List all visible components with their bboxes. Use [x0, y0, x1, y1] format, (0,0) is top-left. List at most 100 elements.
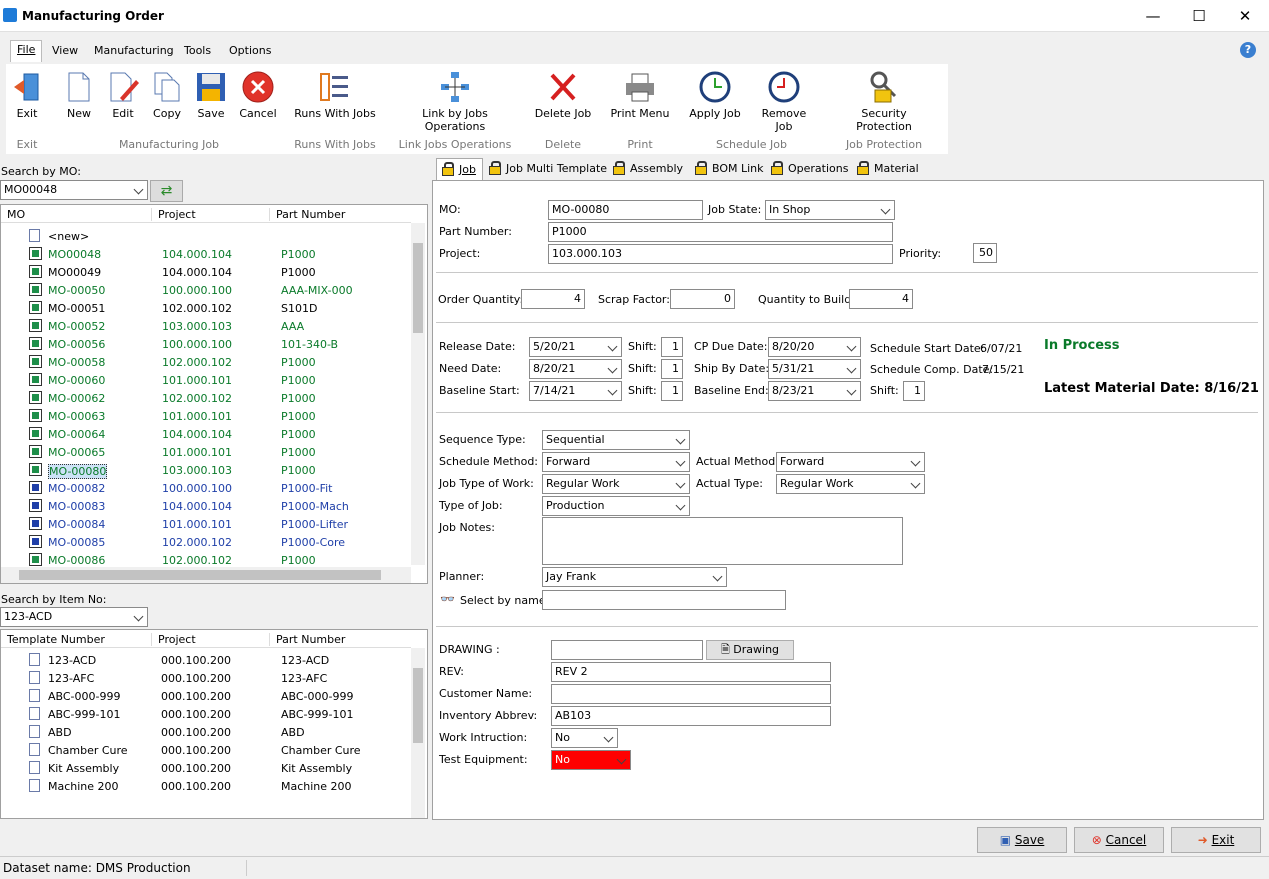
mo-grid-hscroll-thumb[interactable] [19, 570, 381, 580]
shift-field-4[interactable]: 1 [903, 381, 925, 401]
table-row[interactable]: MO-00064 104.000.104 P1000 [1, 425, 411, 443]
tab-operations[interactable]: Operations [766, 158, 854, 180]
tab-bom-link[interactable]: BOM Link [690, 158, 770, 180]
scrap-factor-field[interactable]: 0 [670, 289, 735, 309]
customer-name-field[interactable] [551, 684, 831, 704]
project-field[interactable]: 103.000.103 [548, 244, 893, 264]
shift-field-1[interactable]: 1 [661, 337, 683, 357]
release-date-picker[interactable]: 5/20/21 [529, 337, 622, 357]
schedule-method-select[interactable]: Forward [542, 452, 690, 472]
copy-button[interactable]: Copy [148, 70, 186, 120]
drawing-button[interactable]: 🗎 Drawing [706, 640, 794, 660]
sequence-type-select[interactable]: Sequential [542, 430, 690, 450]
table-row[interactable]: Machine 200 000.100.200 Machine 200 [1, 777, 411, 795]
rev-field[interactable]: REV 2 [551, 662, 831, 682]
maximize-button[interactable]: ☐ [1176, 4, 1222, 28]
table-row[interactable]: MO-00065 101.000.101 P1000 [1, 443, 411, 461]
job-state-select[interactable]: In Shop [765, 200, 895, 220]
shift-field-3[interactable]: 1 [661, 381, 683, 401]
table-row[interactable]: ABC-999-101 000.100.200 ABC-999-101 [1, 705, 411, 723]
new-button[interactable]: New [60, 70, 98, 120]
table-row[interactable]: MO-00063 101.000.101 P1000 [1, 407, 411, 425]
menu-options[interactable]: Options [229, 44, 271, 57]
test-equipment-select[interactable]: No [551, 750, 631, 770]
exit-tool-button[interactable]: Exit [8, 70, 46, 120]
table-row[interactable]: MO00049 104.000.104 P1000 [1, 263, 411, 281]
work-instruction-select[interactable]: No [551, 728, 618, 748]
edit-button[interactable]: Edit [104, 70, 142, 120]
table-row[interactable]: MO-00051 102.000.102 S101D [1, 299, 411, 317]
template-grid-vscroll[interactable] [411, 648, 425, 818]
table-row[interactable]: MO-00058 102.000.102 P1000 [1, 353, 411, 371]
table-row[interactable]: 123-ACD 000.100.200 123-ACD [1, 651, 411, 669]
drawing-field[interactable] [551, 640, 703, 660]
part-number-field[interactable]: P1000 [548, 222, 893, 242]
baseline-end-picker[interactable]: 8/23/21 [768, 381, 861, 401]
table-row[interactable]: ABD 000.100.200 ABD [1, 723, 411, 741]
refresh-icon[interactable]: ⇄ [150, 180, 183, 202]
table-row[interactable]: MO-00080 103.000.103 P1000 [1, 461, 411, 479]
security-protection-button[interactable]: Security Protection [834, 70, 934, 133]
save-button[interactable]: ▣ Save [977, 827, 1067, 853]
table-row[interactable]: MO-00086 102.000.102 P1000 [1, 551, 411, 569]
save-tool-button[interactable]: Save [192, 70, 230, 120]
link-jobs-operations-button[interactable]: Link by Jobs Operations [394, 70, 516, 133]
ship-by-date-picker[interactable]: 5/31/21 [768, 359, 861, 379]
mo-field[interactable]: MO-00080 [548, 200, 703, 220]
table-row[interactable]: MO-00062 102.000.102 P1000 [1, 389, 411, 407]
tab-job[interactable]: Job [436, 158, 483, 180]
baseline-start-picker[interactable]: 7/14/21 [529, 381, 622, 401]
item-search-select[interactable]: 123-ACD [0, 607, 148, 627]
close-button[interactable]: ✕ [1222, 4, 1268, 28]
select-by-name-field[interactable] [542, 590, 786, 610]
type-of-job-select[interactable]: Production [542, 496, 690, 516]
runs-with-jobs-button[interactable]: Runs With Jobs [294, 70, 376, 120]
table-row[interactable]: MO-00050 100.000.100 AAA-MIX-000 [1, 281, 411, 299]
mo-grid-vscroll-thumb[interactable] [413, 243, 423, 333]
table-row[interactable]: MO-00060 101.000.101 P1000 [1, 371, 411, 389]
exit-button[interactable]: ➜ Exit [1171, 827, 1261, 853]
tab-material[interactable]: Material [852, 158, 925, 180]
job-notes-textarea[interactable] [542, 517, 903, 565]
table-row[interactable]: MO-00085 102.000.102 P1000-Core [1, 533, 411, 551]
actual-type-select[interactable]: Regular Work [776, 474, 925, 494]
inventory-abbrev-field[interactable]: AB103 [551, 706, 831, 726]
menu-tools[interactable]: Tools [184, 44, 211, 57]
table-row[interactable]: MO-00056 100.000.100 101-340-B [1, 335, 411, 353]
need-date-picker[interactable]: 8/20/21 [529, 359, 622, 379]
menu-file[interactable]: File [10, 40, 43, 62]
planner-select[interactable]: Jay Frank [542, 567, 727, 587]
mo-grid-hscroll[interactable] [1, 567, 411, 583]
tab-job-multi-template[interactable]: Job Multi Template [484, 158, 613, 180]
menu-view[interactable]: View [52, 44, 78, 57]
job-type-work-select[interactable]: Regular Work [542, 474, 690, 494]
mo-search-select[interactable]: MO00048 [0, 180, 148, 200]
mo-grid-vscroll[interactable] [411, 223, 425, 565]
table-row[interactable]: ABC-000-999 000.100.200 ABC-000-999 [1, 687, 411, 705]
table-row[interactable]: Kit Assembly 000.100.200 Kit Assembly [1, 759, 411, 777]
new-row[interactable]: <new> [1, 227, 411, 245]
help-icon[interactable]: ? [1240, 42, 1256, 58]
actual-method-select[interactable]: Forward [776, 452, 925, 472]
table-row[interactable]: 123-AFC 000.100.200 123-AFC [1, 669, 411, 687]
shift-field-2[interactable]: 1 [661, 359, 683, 379]
order-quantity-field[interactable]: 4 [521, 289, 585, 309]
apply-job-button[interactable]: Apply Job [687, 70, 743, 120]
remove-job-button[interactable]: Remove Job [752, 70, 816, 133]
print-menu-button[interactable]: Print Menu [610, 70, 670, 120]
tab-assembly[interactable]: Assembly [608, 158, 689, 180]
table-row[interactable]: Chamber Cure 000.100.200 Chamber Cure [1, 741, 411, 759]
delete-job-button[interactable]: Delete Job [532, 70, 594, 120]
cancel-button[interactable]: ⊗ Cancel [1074, 827, 1164, 853]
table-row[interactable]: MO-00083 104.000.104 P1000-Mach [1, 497, 411, 515]
priority-field[interactable]: 50 [973, 243, 997, 263]
cp-due-date-picker[interactable]: 8/20/20 [768, 337, 861, 357]
quantity-to-build-field[interactable]: 4 [849, 289, 913, 309]
table-row[interactable]: MO00048 104.000.104 P1000 [1, 245, 411, 263]
template-grid-vscroll-thumb[interactable] [413, 668, 423, 743]
table-row[interactable]: MO-00082 100.000.100 P1000-Fit [1, 479, 411, 497]
table-row[interactable]: MO-00084 101.000.101 P1000-Lifter [1, 515, 411, 533]
cancel-tool-button[interactable]: Cancel [236, 70, 280, 120]
table-row[interactable]: MO-00052 103.000.103 AAA [1, 317, 411, 335]
menu-manufacturing[interactable]: Manufacturing [94, 44, 174, 57]
